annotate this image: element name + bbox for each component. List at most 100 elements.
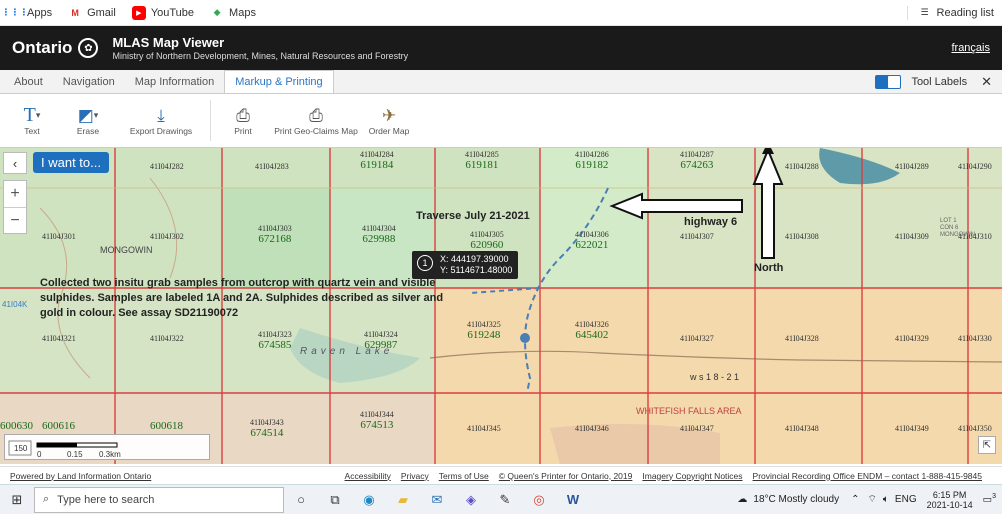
claim-number[interactable]: 600616 bbox=[42, 420, 75, 432]
clock[interactable]: 6:15 PM 2021-10-14 bbox=[927, 490, 973, 510]
bookmarks-bar: ⋮⋮⋮ Apps M Gmail ▶ YouTube ◆ Maps ☰ Read… bbox=[0, 0, 1002, 26]
language-indicator[interactable]: ENG bbox=[895, 494, 917, 505]
bookmark-maps[interactable]: ◆ Maps bbox=[210, 6, 256, 20]
print-geo-claims-button[interactable]: ⎙ Print Geo-Claims Map bbox=[271, 94, 361, 147]
claim-cell-label: 41I04J309 bbox=[895, 232, 929, 241]
cell-id: 41I04J284 bbox=[360, 150, 394, 159]
order-map-button[interactable]: ✈ Order Map bbox=[361, 94, 417, 147]
claim-cell-label: 41I04J347 bbox=[680, 424, 714, 433]
windows-start-icon[interactable]: ⊞ bbox=[0, 492, 34, 508]
footer-link[interactable]: Imagery Copyright Notices bbox=[642, 471, 742, 481]
youtube-icon: ▶ bbox=[131, 5, 146, 20]
cell-id: 41I04J302 bbox=[150, 232, 184, 241]
claim-number[interactable]: 619248 bbox=[467, 329, 501, 341]
eraser-icon: ◩ ▾ bbox=[77, 105, 99, 125]
file-explorer-icon[interactable]: ▰ bbox=[386, 492, 420, 508]
claim-number[interactable]: 629988 bbox=[362, 233, 396, 245]
claim-cell-label: 41I04J285 619181 bbox=[465, 150, 499, 171]
cell-id: 41I04J330 bbox=[958, 334, 992, 343]
zoom-out-button[interactable]: − bbox=[4, 207, 26, 233]
tray-chevron-icon[interactable]: ⌃ bbox=[851, 494, 859, 505]
claim-cell-label: 41I04J350 bbox=[958, 424, 992, 433]
volume-icon[interactable]: 🔈︎ bbox=[883, 494, 889, 505]
weather-text[interactable]: 18°C Mostly cloudy bbox=[753, 494, 839, 505]
claim-number[interactable]: 619182 bbox=[575, 159, 609, 171]
site-header: Ontario ✿ MLAS Map Viewer Ministry of No… bbox=[0, 26, 1002, 70]
footer-link[interactable]: Accessibility bbox=[345, 471, 391, 481]
i-want-to-button[interactable]: I want to... bbox=[33, 152, 109, 173]
search-icon: ⌕ bbox=[43, 493, 50, 505]
claim-number[interactable]: 600618 bbox=[150, 420, 183, 432]
network-icon[interactable]: ⌔ bbox=[868, 493, 877, 506]
cell-id: 41I04J286 bbox=[575, 150, 609, 159]
claim-number[interactable]: 619184 bbox=[360, 159, 394, 171]
bookmark-gmail[interactable]: M Gmail bbox=[68, 6, 115, 20]
cell-id: 41I04J345 bbox=[467, 424, 501, 433]
expand-icon[interactable]: ⇱ bbox=[978, 436, 996, 454]
claim-number[interactable]: 619181 bbox=[465, 159, 499, 171]
cortana-icon[interactable]: ○ bbox=[284, 492, 318, 507]
powered-by-link[interactable]: Powered by Land Information Ontario bbox=[10, 471, 151, 481]
word-icon[interactable]: W bbox=[556, 492, 590, 507]
traverse-label: Traverse July 21-2021 bbox=[416, 210, 530, 222]
tab-about[interactable]: About bbox=[4, 70, 53, 93]
marker-number: 1 bbox=[417, 255, 433, 271]
bookmark-apps[interactable]: ⋮⋮⋮ Apps bbox=[2, 6, 53, 20]
footer-link[interactable]: Terms of Use bbox=[439, 471, 489, 481]
tab-bar: About Navigation Map Information Markup … bbox=[0, 70, 1002, 94]
bookmark-youtube[interactable]: ▶ YouTube bbox=[131, 5, 194, 20]
claim-number[interactable]: 600630 bbox=[0, 420, 33, 432]
claim-number[interactable]: 645402 bbox=[575, 329, 609, 341]
claim-number[interactable]: 674514 bbox=[250, 427, 284, 439]
export-icon: ⤓ bbox=[157, 105, 165, 125]
scale-label-0: 0 bbox=[37, 450, 42, 459]
close-icon[interactable]: ✕ bbox=[981, 74, 992, 90]
system-tray: ☁ 18°C Mostly cloudy ⌃ ⌔ 🔈︎ ENG 6:15 PM … bbox=[737, 490, 1002, 510]
tab-markup-printing[interactable]: Markup & Printing bbox=[224, 70, 334, 93]
taskbar-search[interactable]: ⌕ Type here to search bbox=[34, 486, 284, 513]
ws-label: w s 1 8 - 2 1 bbox=[690, 372, 740, 382]
tab-map-information[interactable]: Map Information bbox=[125, 70, 224, 93]
map-canvas[interactable]: 41I04J284 619184 41I04J285 619181 41I04J286 6… bbox=[0, 148, 1002, 464]
claim-cell-label: 41I04J289 bbox=[895, 162, 929, 171]
claim-cell-label: 600630 bbox=[0, 420, 33, 432]
cell-id: 41I04J323 bbox=[258, 330, 292, 339]
export-drawings-button[interactable]: ⤓ Export Drawings bbox=[116, 94, 206, 147]
print-button[interactable]: ⎙ Print bbox=[215, 94, 271, 147]
chrome-icon[interactable]: ◎ bbox=[522, 492, 556, 508]
claim-cell-label: 41I04J307 bbox=[680, 232, 714, 241]
claim-number[interactable]: 620960 bbox=[470, 239, 504, 251]
claim-cell-label: 41I04J330 bbox=[958, 334, 992, 343]
cell-id: 41I04J282 bbox=[150, 162, 184, 171]
claim-number[interactable]: 674585 bbox=[258, 339, 292, 351]
zoom-in-button[interactable]: + bbox=[4, 181, 26, 207]
footer-link[interactable]: Provincial Recording Office ENDM – conta… bbox=[753, 471, 982, 481]
sample-note: Collected two insitu grab samples from o… bbox=[40, 277, 444, 319]
ontario-logo[interactable]: Ontario ✿ bbox=[12, 38, 99, 58]
app-icon[interactable]: ◈ bbox=[454, 492, 488, 508]
tool-labels-toggle[interactable] bbox=[875, 74, 902, 89]
edge-icon[interactable]: ◉ bbox=[352, 492, 386, 508]
erase-tool-button[interactable]: ◩ ▾ Erase bbox=[60, 94, 116, 147]
cell-id: 41I04J307 bbox=[680, 232, 714, 241]
task-view-icon[interactable]: ⧉ bbox=[318, 492, 352, 508]
zoom-control: + − bbox=[3, 180, 27, 234]
paint-icon[interactable]: ✎ bbox=[488, 492, 522, 508]
lot-label: LOT 1 CON 6 MONGOWIN bbox=[940, 218, 975, 238]
mail-icon[interactable]: ✉ bbox=[420, 492, 454, 508]
reading-list-button[interactable]: ☰ Reading list bbox=[906, 5, 994, 20]
footer-link[interactable]: © Queen's Printer for Ontario, 2019 bbox=[499, 471, 633, 481]
text-tool-button[interactable]: T ▾ Text bbox=[4, 94, 60, 147]
language-link[interactable]: français bbox=[951, 42, 990, 54]
footer-link[interactable]: Privacy bbox=[401, 471, 429, 481]
claim-number[interactable]: 622021 bbox=[575, 239, 609, 251]
cell-id: 41I04J326 bbox=[575, 320, 609, 329]
cell-id: 41I04J329 bbox=[895, 334, 929, 343]
notifications-icon[interactable]: ▭3 bbox=[983, 493, 996, 505]
tab-navigation[interactable]: Navigation bbox=[53, 70, 125, 93]
back-arrow-button[interactable]: ‹ bbox=[3, 152, 27, 174]
claim-number[interactable]: 672168 bbox=[258, 233, 292, 245]
claim-number[interactable]: 674263 bbox=[680, 159, 714, 171]
claim-number[interactable]: 674513 bbox=[360, 419, 394, 431]
markup-toolbar: T ▾ Text ◩ ▾ Erase ⤓ Export Drawings ⎙ P… bbox=[0, 94, 1002, 148]
